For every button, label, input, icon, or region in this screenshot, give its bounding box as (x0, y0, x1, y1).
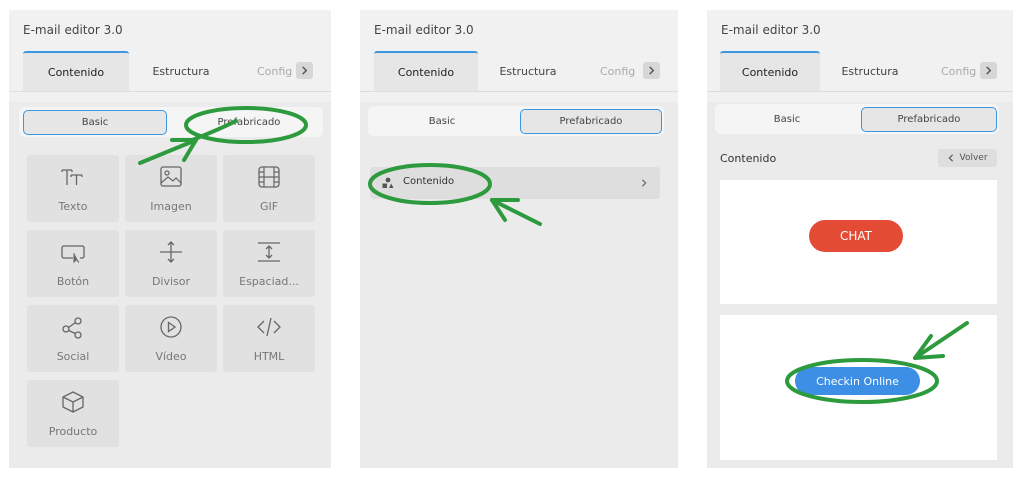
block-espaciador[interactable]: Espaciad... (223, 230, 315, 297)
block-imagen[interactable]: Imagen (125, 155, 217, 222)
chevron-right-icon (649, 66, 655, 75)
tab-config[interactable]: Config (257, 51, 293, 91)
prefabricado-toggle-button[interactable]: Prefabricado (179, 110, 319, 135)
checkin-button-preview: Checkin Online (795, 367, 920, 395)
block-label: Botón (56, 275, 90, 288)
tab-divider (707, 91, 1013, 92)
block-label: Vídeo (155, 350, 187, 363)
tab-divider (9, 91, 331, 92)
code-icon (257, 317, 281, 337)
editor-panel-prefab-detail: E-mail editor 3.0 Contenido Estructura C… (707, 10, 1013, 468)
tab-scroll-right-button[interactable] (980, 62, 997, 79)
block-social[interactable]: Social (27, 305, 119, 372)
tab-contenido[interactable]: Contenido (374, 51, 478, 91)
editor-header: E-mail editor 3.0 Contenido Estructura C… (707, 10, 1013, 102)
prefab-card-checkin[interactable]: Checkin Online (720, 315, 997, 460)
block-label: Texto (58, 200, 88, 213)
editor-header: E-mail editor 3.0 Contenido Estructura C… (9, 10, 331, 102)
tab-estructura[interactable]: Estructura (830, 51, 910, 91)
block-boton[interactable]: Botón (27, 230, 119, 297)
block-gif[interactable]: GIF (223, 155, 315, 222)
tab-estructura[interactable]: Estructura (139, 51, 223, 91)
block-label: Imagen (150, 200, 192, 213)
film-icon (258, 166, 280, 188)
tab-bar: Contenido Estructura Config (707, 51, 1013, 91)
image-icon (160, 166, 182, 187)
back-button-label: Volver (959, 153, 988, 163)
tab-estructura[interactable]: Estructura (488, 51, 568, 91)
block-video[interactable]: Vídeo (125, 305, 217, 372)
prefab-category-contenido[interactable]: Contenido (370, 167, 660, 199)
play-circle-icon (160, 316, 182, 338)
app-title: E-mail editor 3.0 (721, 23, 821, 37)
editor-header: E-mail editor 3.0 Contenido Estructura C… (360, 10, 678, 102)
editor-panel-prefab-list: E-mail editor 3.0 Contenido Estructura C… (360, 10, 678, 468)
mode-toggle: Basic Prefabricado (19, 107, 323, 137)
block-label: HTML (253, 350, 285, 363)
section-title: Contenido (720, 152, 777, 165)
chevron-right-icon (302, 66, 308, 75)
tab-contenido[interactable]: Contenido (23, 51, 129, 91)
editor-panel-basic: E-mail editor 3.0 Contenido Estructura C… (9, 10, 331, 468)
divider-icon (160, 241, 182, 263)
tab-scroll-right-button[interactable] (296, 62, 313, 79)
app-title: E-mail editor 3.0 (374, 23, 474, 37)
tab-config[interactable]: Config (941, 51, 979, 91)
tab-config[interactable]: Config (600, 51, 640, 91)
category-label: Contenido (403, 176, 455, 187)
share-icon (62, 317, 82, 339)
spacer-icon (258, 242, 280, 262)
shapes-icon (382, 177, 394, 188)
basic-toggle-button[interactable]: Basic (719, 107, 855, 132)
block-label: Producto (48, 425, 98, 438)
tab-contenido[interactable]: Contenido (720, 51, 820, 91)
mode-toggle: Basic Prefabricado (368, 106, 664, 136)
block-label: GIF (259, 200, 279, 213)
back-button[interactable]: Volver (938, 149, 997, 167)
block-texto[interactable]: Texto (27, 155, 119, 222)
block-html[interactable]: HTML (223, 305, 315, 372)
block-label: Social (56, 350, 90, 363)
app-title: E-mail editor 3.0 (23, 23, 123, 37)
tab-scroll-right-button[interactable] (643, 62, 660, 79)
box-icon (62, 391, 84, 413)
mode-toggle: Basic Prefabricado (715, 104, 999, 134)
block-producto[interactable]: Producto (27, 380, 119, 447)
prefabricado-toggle-button[interactable]: Prefabricado (520, 109, 662, 134)
text-icon (61, 169, 83, 185)
block-divisor[interactable]: Divisor (125, 230, 217, 297)
basic-toggle-button[interactable]: Basic (23, 110, 167, 135)
tab-bar: Contenido Estructura Config (360, 51, 678, 91)
chevron-left-icon (949, 154, 954, 162)
block-label: Divisor (151, 275, 191, 288)
block-label: Espaciad... (239, 275, 299, 288)
tab-bar: Contenido Estructura Config (9, 51, 331, 91)
chevron-right-icon (986, 66, 992, 75)
button-cursor-icon (61, 245, 85, 264)
prefabricado-toggle-button[interactable]: Prefabricado (861, 107, 997, 132)
chat-button-preview: CHAT (809, 220, 903, 252)
chevron-right-icon (636, 175, 652, 191)
tab-divider (360, 91, 678, 92)
basic-toggle-button[interactable]: Basic (372, 109, 512, 134)
prefab-card-chat[interactable]: CHAT (720, 180, 997, 304)
